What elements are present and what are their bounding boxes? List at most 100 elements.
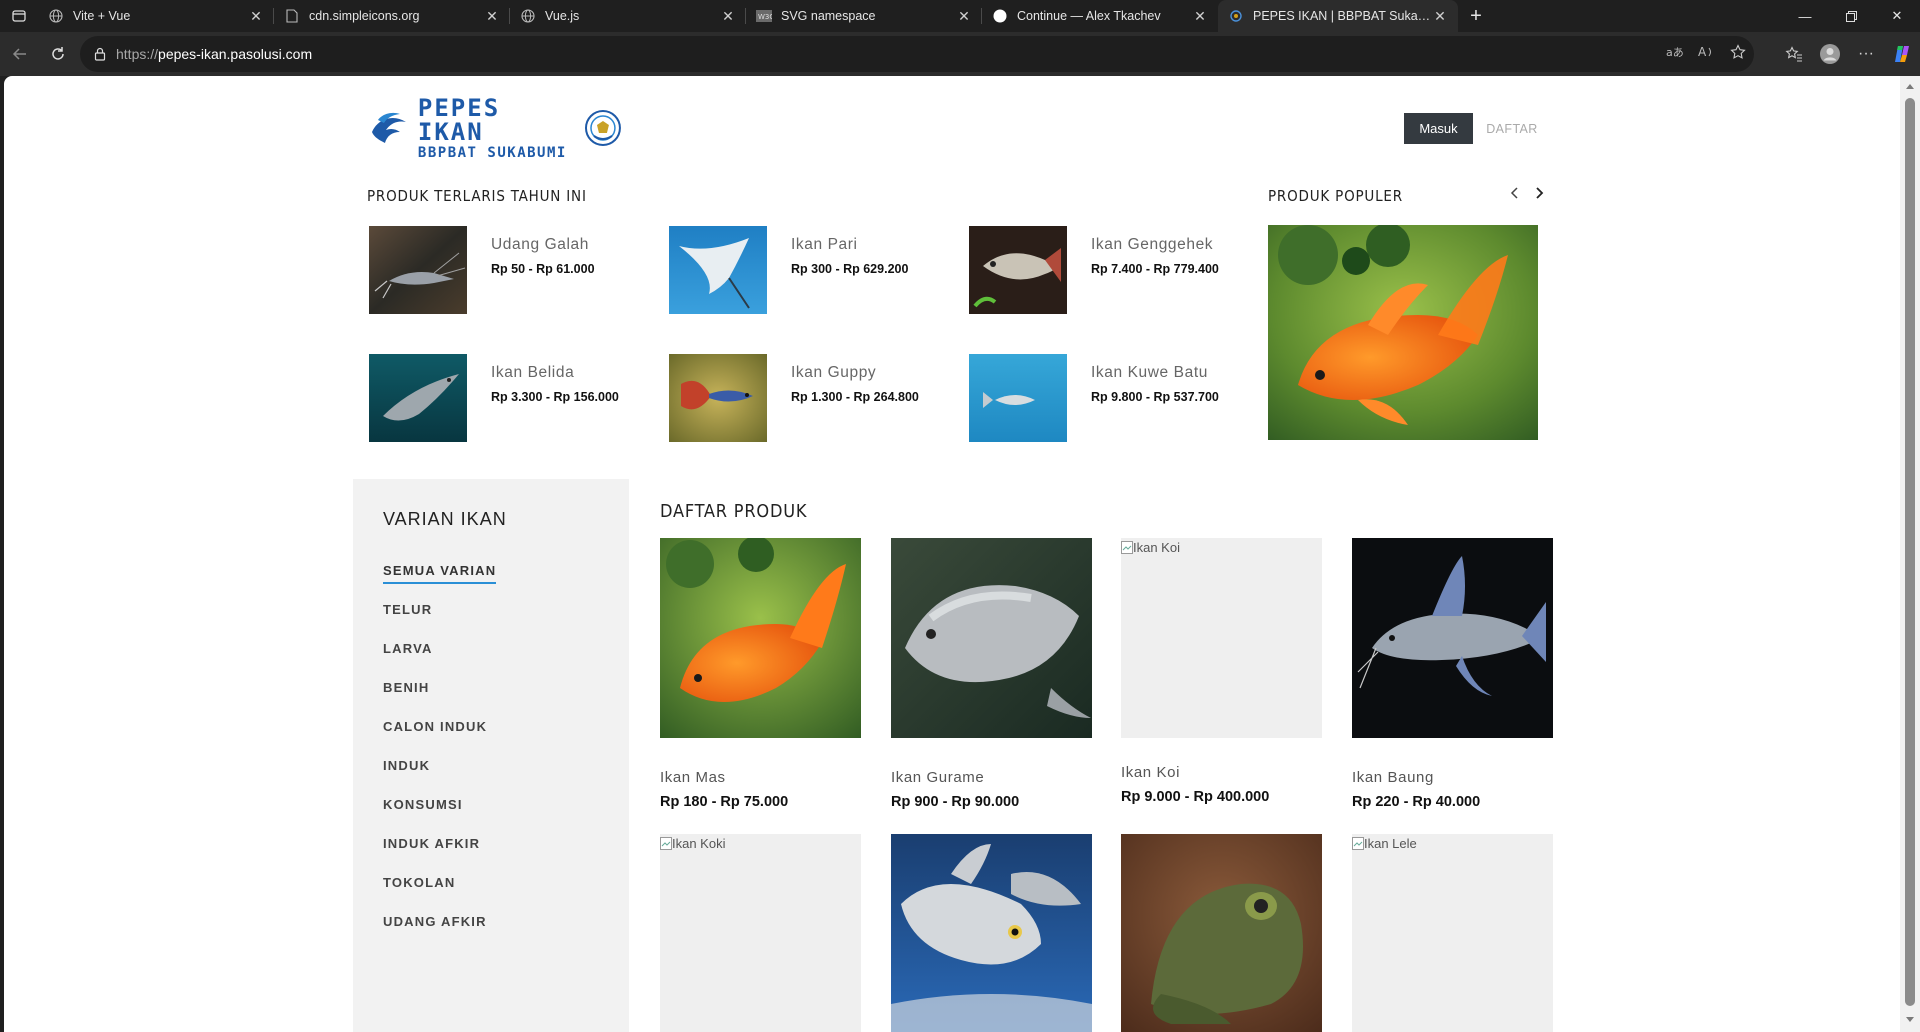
close-icon[interactable]: ✕ xyxy=(1432,8,1448,24)
bestsellers-title: PRODUK TERLARIS TAHUN INI xyxy=(367,187,587,205)
browser-toolbar: https://pepes-ikan.pasolusi.com aあ A ··· xyxy=(0,32,1920,76)
bestseller-name: Ikan Kuwe Batu xyxy=(1091,364,1208,381)
bestseller-price: Rp 300 - Rp 629.200 xyxy=(791,262,909,276)
product-image-broken[interactable]: Ikan Koki xyxy=(660,834,861,1032)
broken-image-icon xyxy=(1121,541,1133,554)
sidebar-item-tokolan[interactable]: TOKOLAN xyxy=(383,875,455,890)
login-button[interactable]: Masuk xyxy=(1404,113,1473,144)
svg-text:A: A xyxy=(1698,45,1707,59)
tab-title: Vue.js xyxy=(545,9,580,23)
close-icon[interactable]: ✕ xyxy=(248,8,264,24)
category-sidebar: VARIAN IKAN SEMUA VARIAN TELUR LARVA BEN… xyxy=(353,479,629,1032)
bestseller-item[interactable]: Udang Galah Rp 50 - Rp 61.000 xyxy=(369,226,639,316)
product-card[interactable]: Ikan Koi Ikan Koi Rp 9.000 - Rp 400.000 xyxy=(1121,538,1322,805)
close-icon[interactable]: ✕ xyxy=(956,8,972,24)
product-image-broken[interactable]: Ikan Koi xyxy=(1121,538,1322,738)
dolphin-logo-icon xyxy=(371,112,406,143)
scroll-down-icon[interactable] xyxy=(1904,1014,1916,1026)
sidebar-item-udang-afkir[interactable]: UDANG AFKIR xyxy=(383,914,487,929)
close-icon[interactable]: ✕ xyxy=(1192,8,1208,24)
translate-icon[interactable]: aあ xyxy=(1666,45,1684,64)
browser-tab[interactable]: cdn.simpleicons.org ✕ xyxy=(274,0,510,32)
product-card[interactable] xyxy=(1121,834,1322,1032)
register-link[interactable]: DAFTAR xyxy=(1483,113,1541,144)
site-logo-icon xyxy=(1228,8,1244,24)
close-icon[interactable]: ✕ xyxy=(720,8,736,24)
tab-title: SVG namespace xyxy=(781,9,876,23)
browser-tab[interactable]: Vite + Vue ✕ xyxy=(38,0,274,32)
bestseller-name: Udang Galah xyxy=(491,236,589,253)
sidebar-item-induk[interactable]: INDUK xyxy=(383,758,430,773)
product-name: Ikan Mas xyxy=(660,769,726,786)
svg-text:aあ: aあ xyxy=(1666,46,1684,59)
browser-tab[interactable]: Continue — Alex Tkachev ✕ xyxy=(982,0,1218,32)
product-image[interactable] xyxy=(1121,834,1322,1032)
knifefish-image xyxy=(369,354,467,442)
product-card[interactable]: Ikan Lele xyxy=(1352,834,1553,1032)
page-content: PEPES IKAN BBPBAT SUKABUMI Masuk DAFTAR … xyxy=(4,76,1900,1032)
chevron-right-icon[interactable] xyxy=(1532,186,1546,200)
favorite-star-icon[interactable] xyxy=(1730,43,1746,65)
product-image[interactable] xyxy=(660,536,861,738)
tab-title: cdn.simpleicons.org xyxy=(309,9,420,23)
product-image[interactable] xyxy=(891,834,1092,1032)
product-card[interactable] xyxy=(891,834,1092,1032)
product-price: Rp 220 - Rp 40.000 xyxy=(1352,794,1481,810)
read-aloud-icon[interactable]: A xyxy=(1698,45,1716,64)
browser-tab-active[interactable]: PEPES IKAN | BBPBAT Sukabumi ✕ xyxy=(1218,0,1458,32)
sidebar-item-calon-induk[interactable]: CALON INDUK xyxy=(383,719,487,734)
new-tab-button[interactable]: + xyxy=(1458,0,1494,32)
product-card[interactable]: Ikan Mas Rp 180 - Rp 75.000 xyxy=(660,536,861,810)
sidebar-item-benih[interactable]: BENIH xyxy=(383,680,429,695)
browser-tab[interactable]: W3C SVG namespace ✕ xyxy=(746,0,982,32)
bestseller-item[interactable]: Ikan Guppy Rp 1.300 - Rp 264.800 xyxy=(669,354,939,444)
product-price: Rp 9.000 - Rp 400.000 xyxy=(1121,789,1270,805)
address-bar[interactable]: https://pepes-ikan.pasolusi.com aあ A xyxy=(80,36,1754,72)
bestseller-item[interactable]: Ikan Kuwe Batu Rp 9.800 - Rp 537.700 xyxy=(969,354,1239,444)
broken-image-alt: Ikan Lele xyxy=(1352,836,1417,851)
tab-actions-icon[interactable] xyxy=(0,0,38,32)
goldfish-image[interactable] xyxy=(1268,225,1538,440)
more-menu-icon[interactable]: ··· xyxy=(1848,36,1884,72)
scrollbar-thumb[interactable] xyxy=(1905,98,1915,1006)
close-icon[interactable]: ✕ xyxy=(484,8,500,24)
bestseller-price: Rp 9.800 - Rp 537.700 xyxy=(1091,390,1219,404)
lock-icon[interactable] xyxy=(90,44,110,64)
back-arrow-icon[interactable] xyxy=(2,36,38,72)
tab-title: Vite + Vue xyxy=(73,9,131,23)
browser-tab[interactable]: Vue.js ✕ xyxy=(510,0,746,32)
copilot-icon[interactable] xyxy=(1884,36,1920,72)
sidebar-item-telur[interactable]: TELUR xyxy=(383,602,432,617)
product-image[interactable] xyxy=(1352,538,1553,738)
product-image[interactable] xyxy=(891,538,1092,738)
close-window-icon[interactable]: ✕ xyxy=(1874,0,1920,32)
favorites-icon[interactable] xyxy=(1776,36,1812,72)
restore-icon[interactable] xyxy=(1828,0,1874,32)
bestseller-item[interactable]: Ikan Belida Rp 3.300 - Rp 156.000 xyxy=(369,354,639,444)
stingray-image xyxy=(669,226,767,314)
trevally-image xyxy=(969,354,1067,442)
minimize-icon[interactable]: — xyxy=(1782,0,1828,32)
window-controls: — ✕ xyxy=(1782,0,1920,32)
product-card[interactable]: Ikan Gurame Rp 900 - Rp 90.000 xyxy=(891,538,1092,810)
sidebar-item-larva[interactable]: LARVA xyxy=(383,641,433,656)
url-scheme: https:// xyxy=(116,46,159,62)
product-card[interactable]: Ikan Baung Rp 220 - Rp 40.000 xyxy=(1352,538,1553,810)
chevron-left-icon[interactable] xyxy=(1508,186,1522,200)
scroll-up-icon[interactable] xyxy=(1904,80,1916,92)
product-card[interactable]: Ikan Koki xyxy=(660,834,861,1032)
broken-image-alt: Ikan Koi xyxy=(1121,540,1180,555)
refresh-icon[interactable] xyxy=(40,36,76,72)
sidebar-item-induk-afkir[interactable]: INDUK AFKIR xyxy=(383,836,480,851)
sidebar-item-konsumsi[interactable]: KONSUMSI xyxy=(383,797,463,812)
product-image-broken[interactable]: Ikan Lele xyxy=(1352,834,1553,1032)
url-text: https://pepes-ikan.pasolusi.com xyxy=(116,46,312,62)
bestseller-item[interactable]: Ikan Genggehek Rp 7.400 - Rp 779.400 xyxy=(969,226,1239,316)
profile-avatar-icon[interactable] xyxy=(1812,36,1848,72)
kkp-emblem-icon xyxy=(585,110,622,146)
image-alt-text: Ikan Koki xyxy=(672,836,726,851)
site-logo[interactable]: PEPES IKAN BBPBAT SUKABUMI xyxy=(368,96,622,160)
popular-title: PRODUK POPULER xyxy=(1268,187,1403,205)
sidebar-item-semua-varian[interactable]: SEMUA VARIAN xyxy=(383,563,497,584)
bestseller-item[interactable]: Ikan Pari Rp 300 - Rp 629.200 xyxy=(669,226,939,316)
